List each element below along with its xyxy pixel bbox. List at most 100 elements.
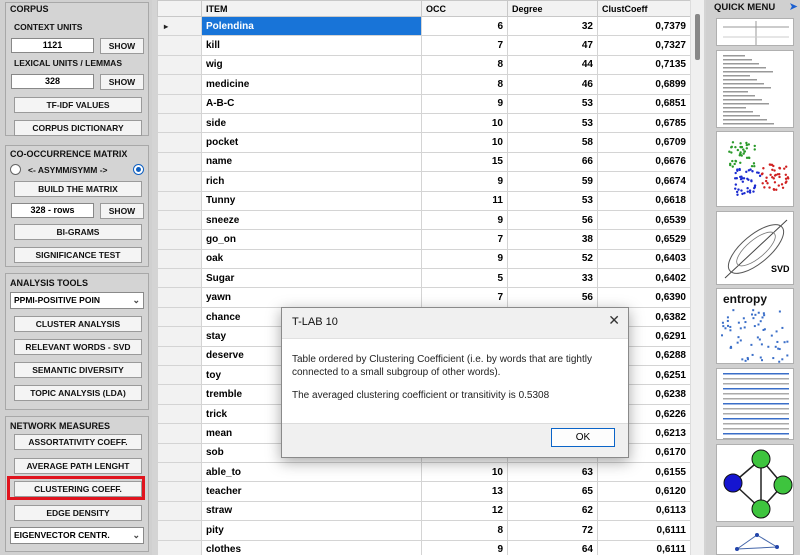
column-header-degree[interactable]: Degree <box>507 0 598 17</box>
table-row[interactable]: side 10 53 0,6785 <box>157 112 691 134</box>
row-header[interactable] <box>157 384 202 405</box>
entropy-cell <box>770 334 773 337</box>
scatter-point <box>768 186 771 189</box>
symm-radio[interactable] <box>133 164 144 175</box>
expand-arrow-icon[interactable]: ➤ <box>789 0 798 13</box>
semantic-diversity-button[interactable]: SEMANTIC DIVERSITY <box>14 362 142 378</box>
row-header[interactable]: ▸ <box>157 15 202 37</box>
build-matrix-button[interactable]: BUILD THE MATRIX <box>14 181 142 197</box>
row-header[interactable] <box>157 539 202 555</box>
table-row[interactable]: go_on 7 38 0,6529 <box>157 229 691 250</box>
measure-select[interactable]: PPMI-POSITIVE POIN ⌄ <box>10 292 144 309</box>
row-header[interactable] <box>157 209 202 231</box>
entropy-cell <box>767 345 770 348</box>
row-header[interactable] <box>157 306 202 328</box>
vertical-scrollbar[interactable] <box>690 0 704 555</box>
table-row[interactable]: A-B-C 9 53 0,6851 <box>157 93 691 114</box>
bigrams-button[interactable]: BI-GRAMS <box>14 224 142 240</box>
cell-occ: 10 <box>421 461 508 483</box>
corpus-dictionary-button[interactable]: CORPUS DICTIONARY <box>14 120 142 136</box>
column-header-occ[interactable]: OCC <box>421 0 508 17</box>
table-row[interactable]: teacher 13 65 0,6120 <box>157 481 691 502</box>
show-lexical-units-button[interactable]: SHOW <box>100 74 144 90</box>
lexical-units-value: 328 <box>11 74 94 89</box>
row-header[interactable] <box>157 93 202 114</box>
row-header[interactable] <box>157 442 202 463</box>
row-header[interactable] <box>157 481 202 502</box>
row-header[interactable] <box>157 287 202 308</box>
svd-ellipse-thumbnail[interactable]: SVD <box>716 211 794 285</box>
row-header[interactable] <box>157 268 202 289</box>
entropy-cell <box>737 336 740 339</box>
entropy-cell <box>729 325 732 328</box>
entropy-cell <box>778 348 781 351</box>
row-header[interactable] <box>157 74 202 95</box>
cell-occ: 7 <box>421 287 508 308</box>
row-header[interactable] <box>157 112 202 134</box>
table-row[interactable]: able_to 10 63 0,6155 <box>157 461 691 483</box>
centrality-select[interactable]: EIGENVECTOR CENTR. ⌄ <box>10 527 144 544</box>
significance-test-button[interactable]: SIGNIFICANCE TEST <box>14 247 142 263</box>
row-header[interactable] <box>157 190 202 211</box>
table-row[interactable]: Sugar 5 33 0,6402 <box>157 268 691 289</box>
row-header[interactable] <box>157 345 202 367</box>
table-row[interactable]: sneeze 9 56 0,6539 <box>157 209 691 231</box>
network-small-thumbnail[interactable] <box>716 526 794 555</box>
row-header[interactable] <box>157 461 202 483</box>
table-row[interactable]: oak 9 52 0,6403 <box>157 248 691 270</box>
table-thumbnail[interactable] <box>716 18 794 46</box>
table-row[interactable]: rich 9 59 0,6674 <box>157 171 691 192</box>
assortativity-button[interactable]: ASSORTATIVITY COEFF. <box>14 434 142 450</box>
table-row[interactable]: kill 7 47 0,7327 <box>157 35 691 56</box>
cell-item: side <box>201 112 422 134</box>
show-context-units-button[interactable]: SHOW <box>100 38 144 54</box>
table-row[interactable]: name 15 66 0,6676 <box>157 151 691 173</box>
row-header[interactable] <box>157 151 202 173</box>
row-header[interactable] <box>157 229 202 250</box>
table-row[interactable]: yawn 7 56 0,6390 <box>157 287 691 308</box>
scatter-point <box>753 144 756 148</box>
table-row[interactable]: pity 8 72 0,6111 <box>157 520 691 541</box>
relevant-words-svd-button[interactable]: RELEVANT WORDS - SVD <box>14 339 142 355</box>
cluster-analysis-button[interactable]: CLUSTER ANALYSIS <box>14 316 142 332</box>
row-header[interactable] <box>157 423 202 444</box>
network-graph-thumbnail[interactable] <box>716 444 794 522</box>
table-row[interactable]: ▸ Polendina 6 32 0,7379 <box>157 15 691 37</box>
table-row[interactable]: pocket 10 58 0,6709 <box>157 132 691 153</box>
table-row[interactable]: clothes 9 64 0,6111 <box>157 539 691 555</box>
scatter-point <box>731 141 735 144</box>
list-line <box>723 119 767 121</box>
asymm-radio[interactable] <box>10 164 21 175</box>
scatter-point <box>781 186 785 189</box>
row-header[interactable] <box>157 54 202 76</box>
column-header-clustcoeff[interactable]: ClustCoeff <box>597 0 691 17</box>
row-header[interactable] <box>157 35 202 56</box>
close-icon[interactable]: ✕ <box>608 312 620 329</box>
list-thumbnail[interactable] <box>716 50 794 128</box>
row-header[interactable] <box>157 326 202 347</box>
row-header[interactable] <box>157 520 202 541</box>
entropy-label: entropy <box>723 292 767 306</box>
quick-menu-title: QUICK MENU <box>714 2 776 13</box>
tfidf-values-button[interactable]: TF-IDF VALUES <box>14 97 142 113</box>
edge-density-button[interactable]: EDGE DENSITY <box>14 505 142 521</box>
row-header[interactable] <box>157 365 202 386</box>
table-row[interactable]: wig 8 44 0,7135 <box>157 54 691 76</box>
average-path-button[interactable]: AVERAGE PATH LENGHT <box>14 458 142 474</box>
table-row[interactable]: Tunny 11 53 0,6618 <box>157 190 691 211</box>
row-header[interactable] <box>157 500 202 522</box>
scatter-clusters-thumbnail[interactable] <box>716 131 794 207</box>
report-thumbnail[interactable] <box>716 368 794 440</box>
ok-button[interactable]: OK <box>551 428 615 447</box>
topic-analysis-button[interactable]: TOPIC ANALYSIS (LDA) <box>14 385 142 401</box>
scrollbar-thumb[interactable] <box>695 14 700 60</box>
entropy-matrix-thumbnail[interactable]: entropy <box>716 288 794 364</box>
row-header[interactable] <box>157 132 202 153</box>
row-header[interactable] <box>157 171 202 192</box>
row-header[interactable] <box>157 248 202 270</box>
row-header[interactable] <box>157 403 202 425</box>
column-header-item[interactable]: ITEM <box>201 0 422 17</box>
table-row[interactable]: medicine 8 46 0,6899 <box>157 74 691 95</box>
show-rows-button[interactable]: SHOW <box>100 203 144 219</box>
table-row[interactable]: straw 12 62 0,6113 <box>157 500 691 522</box>
